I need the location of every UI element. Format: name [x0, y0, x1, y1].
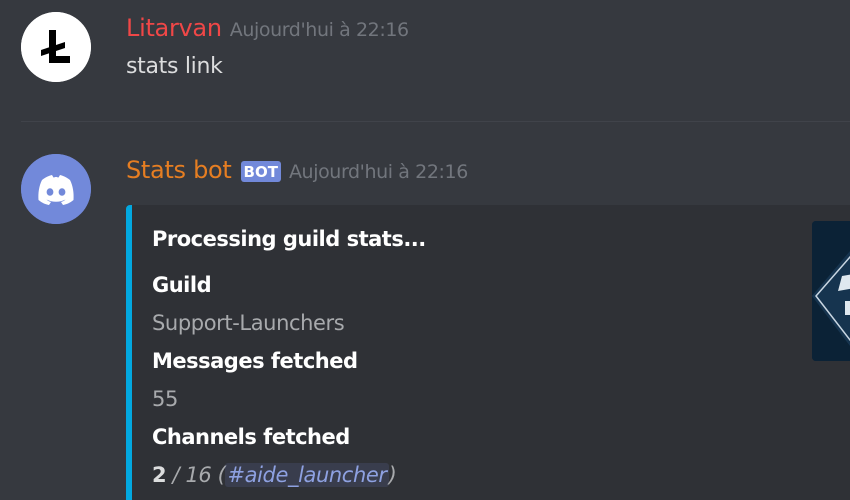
- channels-fetched-count: 2: [152, 463, 167, 487]
- timestamp: Aujourd'hui à 22:16: [288, 161, 468, 183]
- litecoin-l-icon: [21, 12, 91, 82]
- channels-total: / 16 (: [166, 463, 226, 487]
- username[interactable]: Stats bot: [126, 156, 232, 184]
- channel-mention[interactable]: #aide_launcher: [225, 463, 389, 487]
- message-divider: [21, 121, 850, 122]
- discord-logo-icon: [21, 154, 91, 224]
- embed: Processing guild stats... Guild Support-…: [126, 205, 850, 500]
- message-header: Litarvan Aujourd'hui à 22:16: [126, 14, 409, 42]
- message-content: stats link: [126, 54, 223, 79]
- guild-thumbnail-image: [812, 221, 850, 361]
- embed-thumbnail[interactable]: [812, 221, 850, 361]
- bot-badge: BOT: [240, 160, 281, 182]
- embed-field-value: 55: [152, 387, 178, 411]
- embed-field-name: Messages fetched: [152, 349, 358, 373]
- embed-field-name: Guild: [152, 273, 212, 297]
- chat-messages: Litarvan Aujourd'hui à 22:16 stats link …: [0, 0, 850, 500]
- embed-field-value: Support-Launchers: [152, 311, 345, 335]
- username[interactable]: Litarvan: [126, 14, 222, 42]
- litarvan-avatar[interactable]: [21, 12, 91, 82]
- stats-bot-avatar[interactable]: [21, 154, 91, 224]
- embed-field-name: Channels fetched: [152, 425, 350, 449]
- embed-field-value: 2 / 16 (#aide_launcher): [152, 463, 397, 487]
- timestamp: Aujourd'hui à 22:16: [229, 19, 409, 41]
- message-header: Stats bot BOT Aujourd'hui à 22:16: [126, 156, 468, 184]
- embed-title: Processing guild stats...: [152, 227, 426, 251]
- paren-close: ): [388, 463, 397, 487]
